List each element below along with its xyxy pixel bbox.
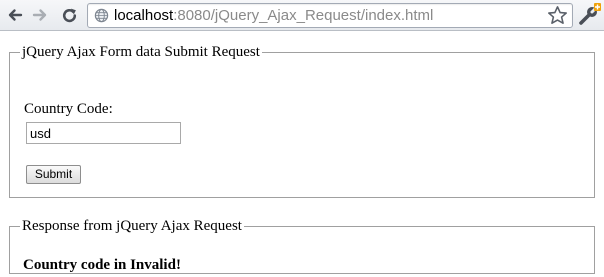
submit-button[interactable]: Submit [26, 165, 81, 184]
browser-toolbar: localhost:8080/jQuery_Ajax_Request/index… [0, 0, 604, 31]
reload-icon [62, 8, 76, 22]
response-message: Country code in Invalid! [23, 257, 181, 273]
url-path: :8080/jQuery_Ajax_Request/index.html [173, 7, 434, 24]
settings-menu-button[interactable] [578, 3, 602, 27]
forward-arrow-icon [32, 9, 47, 21]
star-icon[interactable] [547, 5, 568, 26]
wrench-icon [579, 3, 601, 25]
address-bar[interactable]: localhost:8080/jQuery_Ajax_Request/index… [87, 3, 573, 28]
globe-icon [94, 8, 109, 23]
country-code-label: Country Code: [24, 101, 113, 117]
form-fieldset: jQuery Ajax Form data Submit Request Cou… [9, 44, 595, 198]
url-text: localhost:8080/jQuery_Ajax_Request/index… [114, 7, 433, 25]
reload-button[interactable] [58, 4, 80, 26]
form-legend: jQuery Ajax Form data Submit Request [22, 44, 260, 60]
response-fieldset: Response from jQuery Ajax Request Countr… [9, 218, 595, 274]
response-legend: Response from jQuery Ajax Request [22, 218, 242, 234]
url-host: localhost [114, 7, 174, 24]
back-button[interactable] [4, 4, 26, 26]
forward-button[interactable] [29, 4, 51, 26]
back-arrow-icon [8, 9, 23, 21]
country-code-input[interactable] [26, 122, 181, 144]
